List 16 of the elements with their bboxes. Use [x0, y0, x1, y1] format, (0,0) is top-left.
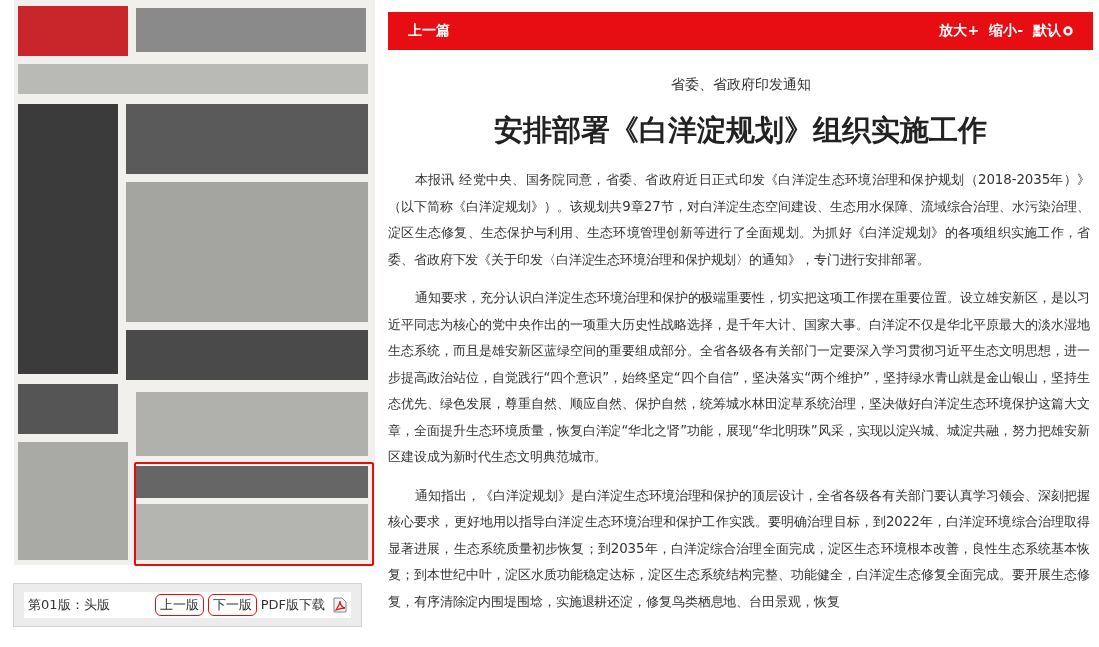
highlight-frame[interactable] — [134, 462, 374, 566]
zoom-out-link[interactable]: 缩小- — [989, 22, 1023, 40]
article-title: 安排部署《白洋淀规划》组织实施工作 — [493, 112, 988, 148]
pdf-icon[interactable] — [333, 597, 347, 613]
article-paragraph: 通知指出，《白洋淀规划》是白洋淀生态环境治理和保护的顶层设计，全省各级各有关部门要认真学习领会、深刻把握核心要求，更好地用以指导白洋淀生态环境治理和保护工作实践。要明确治理目标，到2022年，白洋淀环境综合治理取得显著进展，生态系统质量初步恢复；到2035年，白洋淀综合治理全面完成，淀区生态环境根本改善，良性生态系统基本恢复；到本世纪中叶，淀区水质功能稳定达标，淀区生态系统结构完整、功能健全，白洋淀生态修复全面完成。要开展生态修复，有序清除淀内围堤围埝，实施退耕还淀，修复鸟类栖息地、台田景观，恢复 — [388, 486, 1091, 611]
pdf-download-link[interactable]: PDF版下载 — [260, 596, 325, 614]
reset-link[interactable]: 默认 — [1033, 22, 1073, 40]
page-label: 第01版：头版 — [28, 596, 110, 614]
previous-article-link[interactable]: 上一篇 — [408, 22, 450, 40]
zoom-in-link[interactable]: 放大+ — [939, 22, 980, 40]
article-paragraph: 本报讯 经党中央、国务院同意，省委、省政府近日正式印发《白洋淀生态环境治理和保护规划（2018-2035年）》（以下简称《白洋淀规划》）。该规划共9章27节，对白洋淀生态空间建设、生态用水保障、流域综合治理、水污染治理、淀区生态修复、生态保护与利用、生态环境管理创新等进行了全面规划。为抓好《白洋淀规划》的各项组织实施工作，省委、省政府下发《关于印发〈白洋淀生态环境治理和保护规划〉的通知》，专门进行安排部署。 — [388, 171, 1091, 269]
page-nav-button[interactable]: 上一版 — [154, 594, 204, 616]
page-nav-button[interactable]: 下一版 — [207, 594, 257, 616]
circle-icon — [1063, 26, 1073, 36]
article-paragraph: 通知要求，充分认识白洋淀生态环境治理和保护的极端重要性，切实把这项工作摆在重要位置。设立雄安新区，是以习近平同志为核心的党中央作出的一项重大历史性战略选择，是千年大计、国家大事。白洋淀不仅是华北平原最大的淡水湿地生态系统，而且是雄安新区蓝绿空间的重要组成部分。全省各级各有关部门一定要深入学习贯彻习近平生态文明思想，进一步提高政治站位，自觉践行“四个意识”，始终坚定“四个自信”，坚决落实“两个维护”，坚持绿水青山就是金山银山，坚持生态优先、绿色发展，尊重自然、顺应自然、保护自然，统筹城水林田淀草系统治理，坚决做好白洋淀生态环境保护这篇大文章，全面提升生态环境质量，恢复白洋淀“华北之肾”功能，展现“华北明珠”风采，实现以淀兴城、城淀共融，努力把雄安新区建设成为新时代生态文明典范城市。 — [388, 289, 1091, 466]
article-kicker: 省委、省政府印发通知 — [669, 75, 812, 93]
